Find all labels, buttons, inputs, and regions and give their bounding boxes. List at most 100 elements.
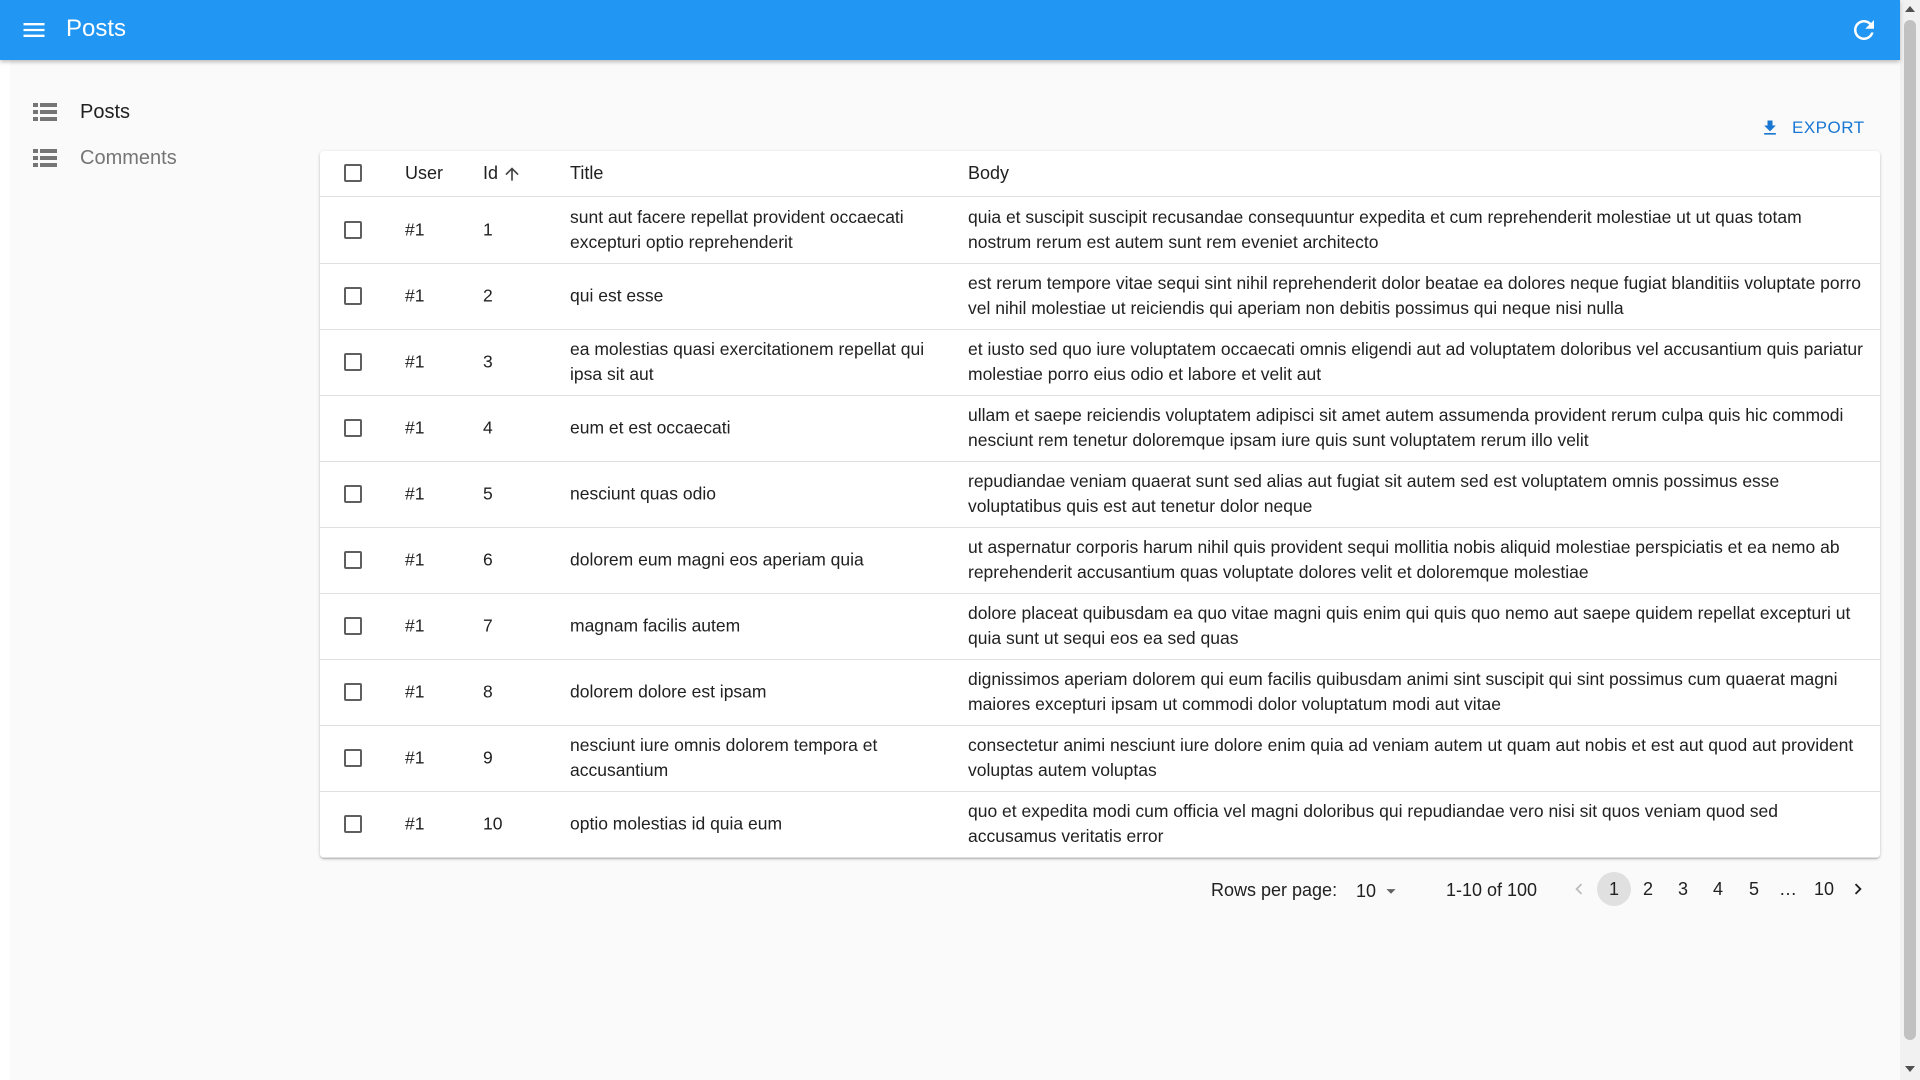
export-button[interactable]: EXPORT [1760,110,1880,146]
cell-title: magnam facilis autem [570,615,741,636]
cell-body: quia et suscipit suscipit recusandae con… [968,207,1802,252]
table-row[interactable]: #1 1 sunt aut facere repellat provident oc… [320,197,1880,264]
cell-id: 6 [483,549,493,570]
posts-table: User Id Title Body #1 1 sunt aut facere re… [320,151,1880,858]
page-button-5[interactable]: 5 [1737,872,1771,906]
menu-button[interactable] [20,16,48,44]
cell-user: #1 [405,417,425,438]
cell-body: consectetur animi nesciunt iure dolore e… [968,735,1854,780]
cell-user: #1 [405,219,425,240]
cell-id: 3 [483,351,493,372]
cell-user: #1 [405,813,425,834]
sidebar-item-label: Posts [80,100,131,123]
page-button-1[interactable]: 1 [1597,872,1631,906]
table-row[interactable]: #1 10 optio molestias id quia eum quo et ex… [320,791,1880,858]
column-header-body[interactable]: Body [968,163,1009,184]
cell-body: quo et expedita modi cum officia vel mag… [968,801,1779,846]
scroll-down-arrow-icon[interactable] [1905,1066,1915,1072]
scrollbar-thumb[interactable] [1904,20,1916,1040]
download-icon [1764,120,1776,135]
table-row[interactable]: #1 4 eum et est occaecati ullam et saepe re… [320,395,1880,462]
row-checkbox[interactable] [344,221,362,239]
table-row[interactable]: #1 9 nesciunt iure omnis dolorem tempora e… [320,725,1880,792]
sidebar-item-comments[interactable]: Comments [10,138,290,178]
list-icon [33,103,57,121]
range-text: 1-10 of 100 [1446,880,1538,900]
rows-per-page-select[interactable]: 10 [1356,880,1402,902]
cell-user: #1 [405,549,425,570]
cell-title: dolorem dolore est ipsam [570,681,767,702]
cell-title: nesciunt iure omnis dolorem tempora et a… [570,735,878,780]
cell-user: #1 [405,483,425,504]
cell-title: nesciunt quas odio [570,483,716,504]
cell-user: #1 [405,747,425,768]
page-button-3[interactable]: 3 [1666,872,1700,906]
table-row[interactable]: #1 8 dolorem dolore est ipsam dignissimos a… [320,659,1880,726]
row-checkbox[interactable] [344,749,362,767]
column-header-user[interactable]: User [405,163,443,184]
scroll-up-arrow-icon[interactable] [1905,6,1915,12]
cell-body: dolore placeat quibusdam ea quo vitae ma… [968,603,1851,648]
cell-title: ea molestias quasi exercitationem repell… [570,339,925,384]
app-bar: Posts [0,0,1900,60]
row-checkbox[interactable] [344,419,362,437]
select-all-checkbox[interactable] [344,164,362,182]
cell-title: dolorem eum magni eos aperiam quia [570,549,864,570]
page-title: Posts [66,15,127,42]
cell-id: 4 [483,417,493,438]
rows-per-page-value: 10 [1356,880,1377,901]
cell-user: #1 [405,615,425,636]
cell-body: est rerum tempore vitae sequi sint nihil… [968,273,1862,318]
cell-title: sunt aut facere repellat provident occae… [570,207,904,252]
cell-body: dignissimos aperiam dolorem qui eum faci… [968,669,1838,714]
cell-user: #1 [405,285,425,306]
menu-icon [23,23,45,37]
cell-body: et iusto sed quo iure voluptatem occaeca… [968,339,1863,384]
table-row[interactable]: #1 6 dolorem eum magni eos aperiam quia ut … [320,527,1880,594]
cell-user: #1 [405,681,425,702]
cell-title: eum et est occaecati [570,417,731,438]
rows-per-page-label: Rows per page: [1211,880,1338,900]
cell-title: optio molestias id quia eum [570,813,783,834]
cell-id: 2 [483,285,493,306]
arrow-up-icon [505,166,519,181]
cell-id: 10 [483,813,503,834]
table-header: User Id Title Body [320,151,1880,197]
cell-id: 5 [483,483,493,504]
page-button-4[interactable]: 4 [1701,872,1735,906]
table-row[interactable]: #1 7 magnam facilis autem dolore placeat qu… [320,593,1880,660]
row-checkbox[interactable] [344,287,362,305]
sidebar-item-label: Comments [80,146,177,169]
page-button-2[interactable]: 2 [1631,872,1665,906]
row-checkbox[interactable] [344,617,362,635]
column-header-id[interactable]: Id [483,163,522,184]
refresh-icon [1854,20,1874,40]
page-button-10[interactable]: 10 [1807,872,1841,906]
column-header-title[interactable]: Title [570,163,603,184]
page-scrollbar[interactable] [1900,0,1920,1080]
row-checkbox[interactable] [344,485,362,503]
cell-body: ut aspernatur corporis harum nihil quis … [968,537,1840,582]
cell-body: repudiandae veniam quaerat sunt sed alia… [968,471,1780,516]
cell-id: 7 [483,615,493,636]
table-row[interactable]: #1 2 qui est esse est rerum tempore vitae s… [320,263,1880,330]
chevron-left-icon [1575,883,1583,895]
cell-id: 8 [483,681,493,702]
row-checkbox[interactable] [344,353,362,371]
next-page-button[interactable] [1841,872,1875,906]
row-checkbox[interactable] [344,815,362,833]
refresh-button[interactable] [1849,15,1879,45]
chevron-right-icon [1854,883,1862,895]
column-header-id-label: Id [483,163,499,183]
cell-body: ullam et saepe reiciendis voluptatem adi… [968,405,1844,450]
arrow-drop-down-icon [1386,889,1396,894]
pagination-ellipsis: … [1779,879,1797,899]
table-row[interactable]: #1 5 nesciunt quas odio repudiandae veniam … [320,461,1880,528]
row-checkbox[interactable] [344,551,362,569]
sidebar-item-posts[interactable]: Posts [10,92,290,132]
cell-title: qui est esse [570,285,664,306]
row-checkbox[interactable] [344,683,362,701]
previous-page-button[interactable] [1562,872,1596,906]
table-row[interactable]: #1 3 ea molestias quasi exercitationem rep… [320,329,1880,396]
export-label: EXPORT [1792,118,1865,137]
